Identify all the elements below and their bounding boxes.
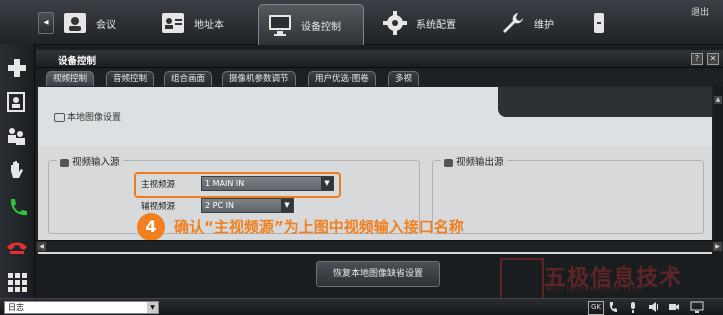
screen-icon	[690, 301, 704, 313]
video-output-title: 视频输出源	[441, 154, 507, 168]
collapse-icon	[54, 113, 65, 122]
tab-composite-view[interactable]: 组合画面	[164, 71, 213, 86]
watermark-subtext: WUJI INFORMATION TECH	[546, 286, 643, 293]
nav-system-config[interactable]: 系统配置	[382, 4, 456, 42]
addressbook-icon	[162, 13, 184, 33]
local-image-label[interactable]: 本地图像设置	[54, 110, 121, 123]
sidebar-hand-button[interactable]	[3, 156, 31, 184]
step-instruction: 确认“主视频源”为上图中视频输入接口名称	[174, 218, 464, 236]
highlight-box	[134, 172, 341, 198]
aux-source-value: 2 PC IN	[205, 201, 234, 210]
aux-source-label: 辅视频源	[141, 202, 176, 212]
aux-source-select[interactable]: 2 PC IN ▼	[201, 198, 294, 213]
sidebar-grid-button[interactable]	[3, 268, 31, 296]
phone-call-icon	[10, 199, 27, 216]
horizontal-scrollbar[interactable]: ◀ ▶	[36, 240, 723, 252]
nav-device-control-label: 设备控制	[301, 21, 341, 33]
back-button[interactable]: ◂	[38, 12, 54, 34]
preview-area	[498, 87, 712, 117]
monitor-icon	[269, 15, 291, 36]
nav-maintenance[interactable]: 维护	[500, 4, 554, 42]
wrench-icon	[503, 13, 523, 33]
log-label: 日志	[8, 303, 24, 312]
hand-icon	[11, 161, 23, 178]
nav-meeting-label: 会议	[96, 19, 116, 31]
tab-bar: 视频控制 音频控制 组合画面 摄像机参数调节 用户优选·图卷 多视	[36, 68, 723, 86]
video-icon	[669, 304, 679, 310]
sidebar-call-button[interactable]	[3, 194, 31, 222]
nav-meeting[interactable]: 会议	[62, 4, 116, 42]
grid-icon	[8, 273, 27, 292]
scroll-right-icon[interactable]: ▶	[713, 242, 722, 251]
vertical-scrollbar[interactable]: ▲ ▼	[713, 86, 723, 254]
sidebar-hangup-button[interactable]	[3, 232, 31, 260]
step-number-badge: 4	[137, 213, 165, 241]
device-icon	[594, 13, 604, 33]
watermark: 五极信息技术 WUJI INFORMATION TECH	[500, 258, 685, 300]
status-bar: 日志 ▼ GK	[0, 298, 723, 315]
nav-device-control[interactable]: 设备控制	[258, 4, 364, 45]
left-sidebar	[0, 44, 35, 298]
phone-icon	[609, 302, 617, 312]
help-button[interactable]: ?	[691, 53, 703, 65]
user-search-icon	[7, 92, 25, 112]
nav-addressbook[interactable]: 地址本	[160, 4, 224, 42]
tab-audio-control[interactable]: 音频控制	[106, 71, 155, 86]
log-select[interactable]: 日志 ▼	[4, 301, 159, 314]
top-navigation: ◂ 会议 地址本 设备控制 系统配置 维护 退出	[0, 0, 723, 45]
restore-defaults-button[interactable]: 恢复本地图像缺省设置	[316, 261, 440, 287]
tab-user-preference[interactable]: 用户优选·图卷	[308, 71, 376, 86]
nav-maintenance-label: 维护	[534, 19, 554, 31]
video-output-group: 视频输出源	[432, 154, 704, 234]
logout-link[interactable]: 退出	[691, 5, 709, 18]
collapse-icon	[60, 158, 69, 167]
microphone-icon	[631, 302, 635, 313]
scroll-up-icon[interactable]: ▲	[714, 96, 722, 104]
chevron-down-icon: ▼	[281, 199, 293, 212]
panel-title: 设备控制	[58, 56, 97, 67]
close-button[interactable]: ✕	[707, 53, 719, 65]
video-input-title: 视频输入源	[57, 154, 123, 168]
nav-system-config-label: 系统配置	[416, 19, 456, 31]
panel-titlebar: 设备控制 ? ✕	[36, 50, 723, 68]
sidebar-add-button[interactable]	[3, 54, 31, 82]
group-icon	[8, 128, 25, 145]
collapse-icon	[444, 158, 453, 167]
sidebar-group-button[interactable]	[3, 122, 31, 150]
scroll-left-icon[interactable]: ◀	[37, 242, 46, 251]
speaker-icon	[649, 302, 658, 312]
gk-status-badge: GK	[588, 301, 605, 315]
local-image-section: 本地图像设置	[38, 87, 712, 146]
watermark-logo	[500, 258, 544, 300]
chevron-down-icon: ▼	[147, 302, 158, 313]
nav-addressbook-label: 地址本	[194, 19, 224, 31]
tab-camera-params[interactable]: 摄像机参数调节	[222, 71, 296, 86]
hangup-icon	[7, 242, 27, 254]
tab-video-control[interactable]: 视频控制	[46, 71, 95, 86]
sidebar-contact-button[interactable]	[3, 88, 31, 116]
plus-icon	[8, 59, 26, 77]
gear-icon	[383, 11, 407, 35]
nav-extra[interactable]	[592, 4, 606, 42]
tab-multiview[interactable]: 多视	[388, 71, 420, 86]
meeting-icon	[64, 13, 86, 33]
